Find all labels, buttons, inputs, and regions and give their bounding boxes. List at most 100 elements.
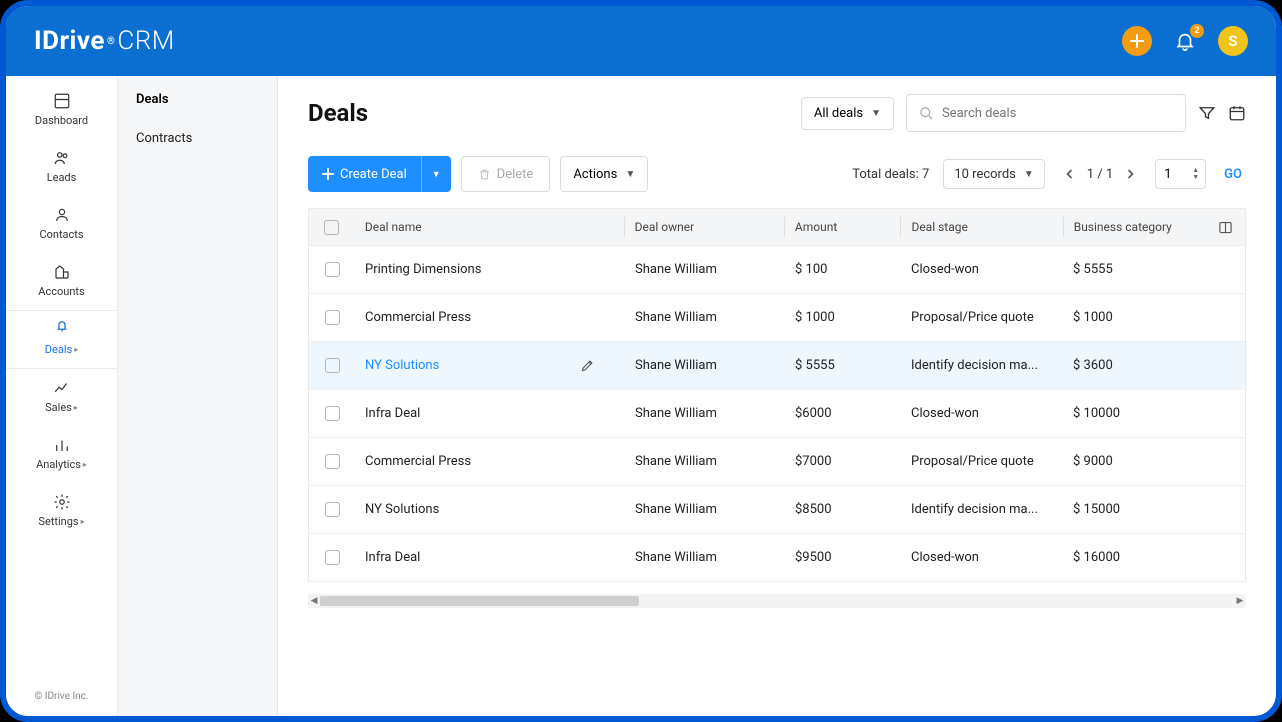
topbar-right: 2 S [1122,26,1248,56]
rail-item-analytics[interactable]: Analytics▸ [6,426,117,483]
row-checkbox[interactable] [325,262,340,277]
rail-item-label: Analytics [36,458,81,471]
select-all-checkbox[interactable] [324,220,339,235]
scroll-left-icon[interactable]: ◀ [308,594,320,608]
deal-owner: Shane William [625,262,785,277]
next-page-button[interactable] [1119,163,1141,185]
page-input-wrap: ▲ ▼ [1155,159,1206,189]
table-row[interactable]: Commercial PressShane William$7000Propos… [309,438,1245,486]
column-deal-owner[interactable]: Deal owner [625,220,784,234]
delete-button[interactable]: Delete [461,156,551,192]
rail-item-sales[interactable]: Sales▸ [6,369,117,426]
toolbar: Create Deal ▼ Delete Actions ▼ Total dea… [278,142,1276,208]
page-input[interactable] [1164,161,1188,187]
rail-item-label: Settings [38,515,78,528]
create-deal-button-group: Create Deal ▼ [308,156,451,192]
actions-label: Actions [573,167,617,182]
rail-item-dashboard[interactable]: Dashboard [6,82,117,139]
deal-name[interactable]: Commercial Press [365,454,471,469]
row-checkbox[interactable] [325,454,340,469]
actions-dropdown[interactable]: Actions ▼ [560,156,648,192]
create-deal-dropdown[interactable]: ▼ [421,156,451,192]
rail-item-leads[interactable]: Leads [6,139,117,196]
filter-icon[interactable] [1198,104,1216,122]
brand-logo: IDrive ® CRM [34,26,175,56]
calendar-icon[interactable] [1228,104,1246,122]
pager: 1 / 1 [1059,163,1141,185]
stepper-down-icon[interactable]: ▼ [1192,174,1199,181]
column-deal-name[interactable]: Deal name [355,220,624,234]
columns-icon [1218,220,1233,235]
deal-stage: Identify decision ma... [901,502,1063,517]
rail-item-settings[interactable]: Settings▸ [6,483,117,540]
go-button[interactable]: GO [1220,167,1246,182]
deal-name[interactable]: Commercial Press [365,310,471,325]
prev-page-button[interactable] [1059,163,1081,185]
column-deal-stage[interactable]: Deal stage [901,220,1062,234]
add-button[interactable] [1122,26,1152,56]
notification-badge: 2 [1190,24,1204,38]
table-row[interactable]: NY SolutionsShane William$8500Identify d… [309,486,1245,534]
deal-amount: $8500 [785,502,901,517]
deal-owner: Shane William [625,358,785,373]
deal-stage: Identify decision ma... [901,358,1063,373]
deal-name[interactable]: Infra Deal [365,550,420,565]
chevron-right-icon: ▸ [81,517,85,526]
rail-item-deals[interactable]: Deals▸ [6,310,117,369]
scroll-right-icon[interactable]: ▶ [1234,594,1246,608]
rail-item-contacts[interactable]: Contacts [6,196,117,253]
row-checkbox[interactable] [325,502,340,517]
topbar: IDrive ® CRM 2 S [6,6,1276,76]
table-row[interactable]: Infra DealShane William$9500Closed-won$ … [309,534,1245,582]
subnav-item-contracts[interactable]: Contracts [118,119,277,158]
main-content: Deals All deals ▼ [278,76,1276,716]
trash-icon [478,168,491,181]
rail-item-accounts[interactable]: Accounts [6,253,117,310]
page-size-dropdown[interactable]: 10 records ▼ [943,159,1044,189]
chevron-down-icon: ▼ [1024,169,1034,180]
column-settings-button[interactable] [1205,220,1245,235]
rail-item-label: Contacts [39,228,83,241]
row-checkbox[interactable] [325,550,340,565]
rail-item-label: Leads [47,171,77,184]
brand-name: IDrive [34,26,105,56]
table-row[interactable]: NY SolutionsShane William$ 5555Identify … [309,342,1245,390]
rail-item-label: Accounts [38,285,84,298]
scrollbar-thumb[interactable] [320,596,639,606]
plus-icon [1129,33,1145,49]
business-category: $ 3600 [1063,358,1205,373]
search-input[interactable] [942,106,1173,121]
table-row[interactable]: Commercial PressShane William$ 1000Propo… [309,294,1245,342]
table-row[interactable]: Printing DimensionsShane William$ 100Clo… [309,246,1245,294]
settings-icon [53,493,71,511]
row-checkbox[interactable] [325,310,340,325]
column-amount[interactable]: Amount [785,220,901,234]
column-business-category[interactable]: Business category [1064,220,1205,234]
deal-name[interactable]: Printing Dimensions [365,262,481,277]
deal-name[interactable]: NY Solutions [365,358,439,373]
deal-amount: $ 100 [785,262,901,277]
filter-dropdown[interactable]: All deals ▼ [801,97,894,130]
horizontal-scrollbar[interactable]: ◀ ▶ [308,594,1246,608]
rail-item-label: Deals [45,343,72,356]
chevron-down-icon: ▼ [871,108,881,119]
chevron-right-icon: ▸ [83,460,87,469]
deal-name[interactable]: NY Solutions [365,502,439,517]
deal-stage: Closed-won [901,550,1063,565]
business-category: $ 16000 [1063,550,1205,565]
table-row[interactable]: Infra DealShane William$6000Closed-won$ … [309,390,1245,438]
row-checkbox[interactable] [325,358,340,373]
chevron-down-icon: ▼ [432,169,441,180]
table-header: Deal name Deal owner Amount Deal stage B… [308,208,1246,246]
user-avatar[interactable]: S [1218,26,1248,56]
brand-suffix: CRM [117,26,174,56]
row-checkbox[interactable] [325,406,340,421]
deal-name[interactable]: Infra Deal [365,406,420,421]
subnav-item-deals[interactable]: Deals [118,80,277,119]
create-deal-button[interactable]: Create Deal [308,156,421,192]
edit-icon[interactable] [580,358,595,373]
notifications-button[interactable]: 2 [1174,30,1196,52]
search-field[interactable] [906,94,1186,132]
sales-icon [53,379,71,397]
table-body: Printing DimensionsShane William$ 100Clo… [308,246,1246,582]
